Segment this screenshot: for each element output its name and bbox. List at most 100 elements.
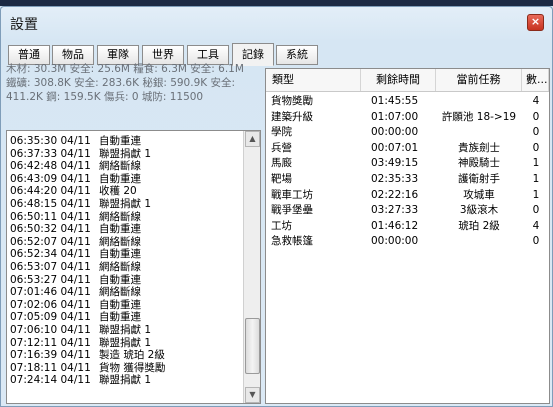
log-message: 自動重連 [99,135,141,147]
table-row[interactable]: 貨物獎勵 01:45:55 4 [266,94,549,110]
log-entry: 07:02:06 04/11 自動重連 [10,299,242,312]
log-timestamp: 06:43:09 04/11 [10,172,91,185]
table-row[interactable]: 兵營 00:07:01 貴族劍士 0 [266,141,549,157]
cell-remaining-time: 00:00:00 [371,126,419,139]
cell-type: 靶場 [271,173,292,185]
cell-count: 4 [532,219,540,232]
log-timestamp: 06:53:07 04/11 [10,260,91,273]
log-timestamp: 07:16:39 04/11 [10,349,91,362]
cell-count: 1 [532,188,540,201]
cell-remaining-time: 03:49:15 [371,157,419,170]
log-entry: 07:05:09 04/11 自動重連 [10,311,242,324]
cell-current-task: 許願池 18->19 [441,110,517,123]
column-header-task[interactable]: 當前任務 [436,69,522,91]
cell-count: 1 [532,157,540,170]
column-header-time[interactable]: 剩餘時間 [361,69,436,91]
log-message: 網絡斷線 [99,160,141,173]
log-entry: 06:48:15 04/11 聯盟捐獻 1 [10,198,242,211]
log-timestamp: 06:48:15 04/11 [10,197,91,210]
log-message: 網絡斷線 [99,286,141,299]
log-timestamp: 07:18:11 04/11 [10,361,91,374]
log-timestamp: 07:02:06 04/11 [10,298,91,311]
cell-count: 0 [532,204,540,217]
log-timestamp: 06:44:20 04/11 [10,185,91,198]
scroll-down-icon[interactable]: ▼ [245,387,260,403]
table-header: 類型 剩餘時間 當前任務 數... [266,69,549,92]
cell-remaining-time: 01:07:00 [371,110,419,123]
log-timestamp: 06:37:33 04/11 [10,147,91,160]
log-timestamp: 06:52:07 04/11 [10,235,91,248]
log-message: 自動重連 [99,172,141,185]
table-row[interactable]: 學院 00:00:00 0 [266,125,549,141]
event-log[interactable]: 06:35:30 04/11 自動重連 06:37:33 04/11 聯盟捐獻 1 06… [6,130,261,404]
cell-remaining-time: 02:22:16 [371,188,419,201]
log-timestamp: 06:42:48 04/11 [10,160,91,173]
cell-type: 學院 [271,126,292,139]
cell-count: 4 [532,95,540,107]
log-message: 自動重連 [99,248,141,261]
column-header-count[interactable]: 數... [522,69,549,91]
cell-type: 馬廄 [271,157,292,170]
cell-remaining-time: 00:00:00 [371,235,419,248]
log-message: 聯盟捐獻 1 [99,323,152,336]
log-message: 收穫 20 [99,185,137,198]
log-message: 製造 琥珀 2級 [99,349,165,362]
tab-system[interactable]: 系統 [276,45,318,65]
resource-summary: 木材: 30.3M 安全: 25.6M 糧食: 6.3M 安全: 6.1M 鐵礦… [6,62,260,112]
table-row[interactable]: 馬廄 03:49:15 神殿騎士 1 [266,156,549,172]
table-row[interactable]: 戰車工坊 02:22:16 攻城車 1 [266,188,549,204]
cell-type: 戰爭堡壘 [271,204,313,217]
log-message: 聯盟捐獻 1 [99,197,152,210]
log-timestamp: 06:50:32 04/11 [10,223,91,236]
table-row[interactable]: 靶場 02:35:33 護衛射手 1 [266,172,549,188]
log-timestamp: 07:12:11 04/11 [10,336,91,349]
log-timestamp: 07:24:14 04/11 [10,374,91,387]
cell-remaining-time: 03:27:33 [371,204,419,217]
cell-remaining-time: 00:07:01 [371,141,419,154]
cell-remaining-time: 02:35:33 [371,173,419,185]
scroll-thumb[interactable] [245,318,260,374]
log-entry: 06:42:48 04/11 網絡斷線 [10,160,242,173]
log-message: 網絡斷線 [99,210,141,223]
log-message: 網絡斷線 [99,235,141,248]
log-entry: 07:06:10 04/11 聯盟捐獻 1 [10,324,242,337]
column-header-type[interactable]: 類型 [266,69,361,91]
table-row[interactable]: 工坊 01:46:12 琥珀 2級 4 [266,219,549,235]
cell-count: 0 [532,110,540,123]
log-message: 網絡斷線 [99,260,141,273]
log-message: 聯盟捐獻 1 [99,374,152,387]
cell-current-task: 攻城車 [463,188,495,201]
log-entry: 06:43:09 04/11 自動重連 [10,173,242,186]
log-entry: 07:12:11 04/11 聯盟捐獻 1 [10,337,242,350]
log-scrollbar[interactable]: ▲ ▼ [243,131,260,403]
cell-type: 兵營 [271,141,292,154]
cell-type: 工坊 [271,219,292,232]
cell-type: 貨物獎勵 [271,95,313,107]
log-timestamp: 07:05:09 04/11 [10,311,91,324]
log-entry: 06:44:20 04/11 收穫 20 [10,185,242,198]
cell-type: 急救帳篷 [271,235,313,248]
cell-current-task: 3級滾木 [459,204,499,217]
cell-remaining-time: 01:45:55 [371,95,419,107]
table-row[interactable]: 建築升級 01:07:00 許願池 18->19 0 [266,110,549,126]
cell-type: 建築升級 [271,110,313,123]
resource-line: 411.2K 鋼: 159.5K 傷兵: 0 城防: 11500 [6,91,204,103]
cell-count: 0 [532,141,540,154]
log-timestamp: 06:53:27 04/11 [10,273,91,286]
scroll-up-icon[interactable]: ▲ [245,131,260,147]
window-title: 設置 [10,17,38,33]
table-row[interactable]: 急救帳篷 00:00:00 0 [266,234,549,250]
log-entry: 06:50:32 04/11 自動重連 [10,223,242,236]
table-row[interactable]: 戰爭堡壘 03:27:33 3級滾木 0 [266,203,549,219]
cell-count: 0 [532,235,540,248]
log-entry: 06:52:34 04/11 自動重連 [10,248,242,261]
log-list: 06:35:30 04/11 自動重連 06:37:33 04/11 聯盟捐獻 1 06… [10,135,242,387]
log-entry: 07:16:39 04/11 製造 琥珀 2級 [10,349,242,362]
log-entry: 06:53:27 04/11 自動重連 [10,274,242,287]
close-icon[interactable]: × [527,14,544,31]
log-message: 聯盟捐獻 1 [99,336,152,349]
cell-current-task: 護衛射手 [458,173,500,185]
log-timestamp: 06:35:30 04/11 [10,135,91,147]
log-entry: 07:01:46 04/11 網絡斷線 [10,286,242,299]
task-table: 類型 剩餘時間 當前任務 數... 貨物獎勵 01:45:55 4 建築升級 01:07… [265,68,550,404]
